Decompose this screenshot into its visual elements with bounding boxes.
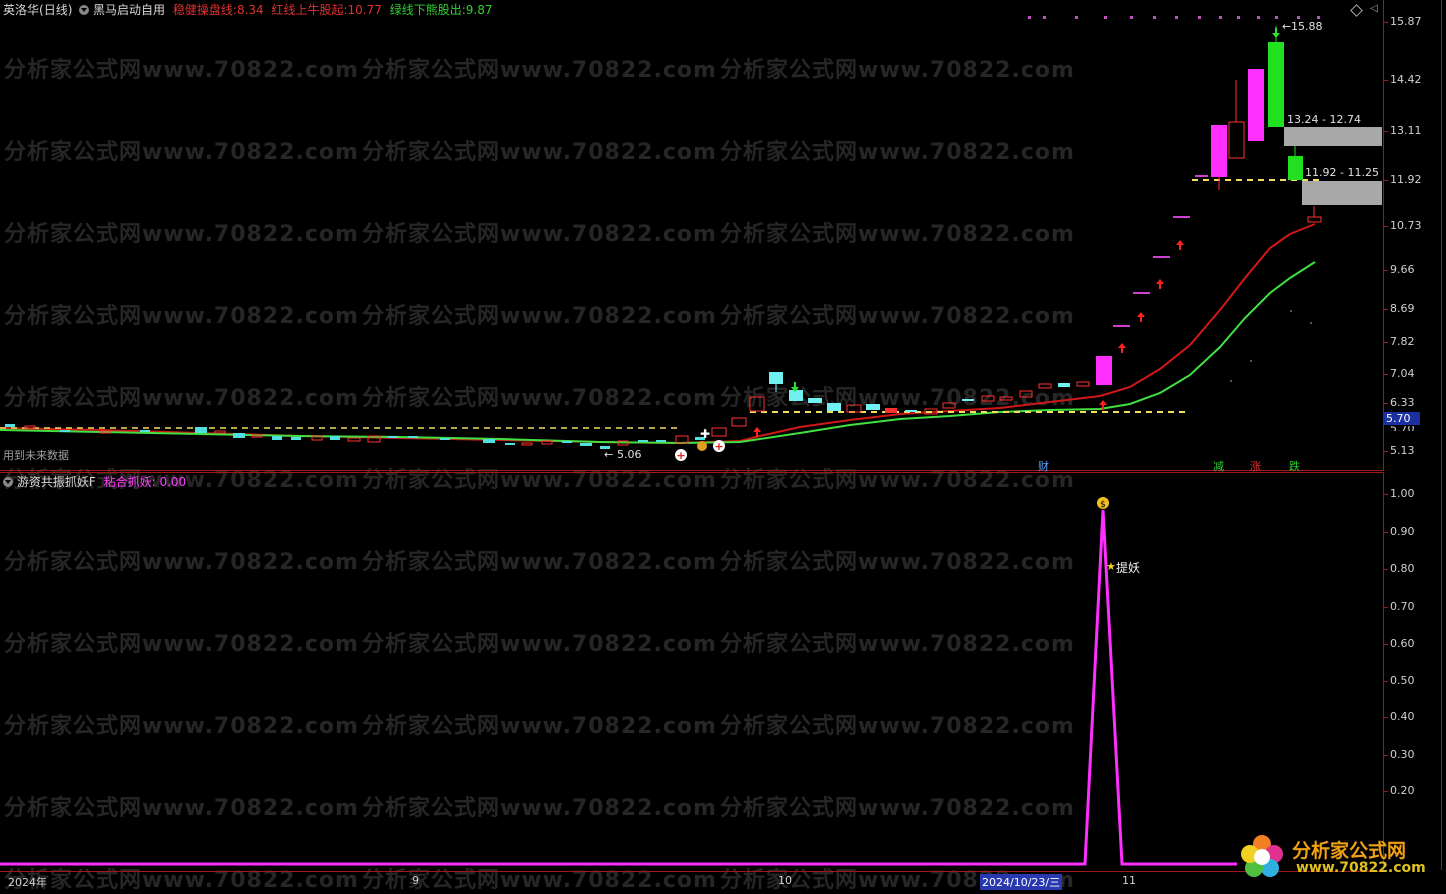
indicator-line: [0, 509, 1237, 866]
price-tick: 11.92: [1390, 173, 1422, 186]
red-ma-line: [0, 223, 1316, 445]
price-tick: 6.33: [1390, 396, 1415, 409]
lower-tick: 0.80: [1390, 562, 1415, 575]
signal-circles: + + ✚: [675, 427, 725, 462]
x-label-date[interactable]: 2024/10/23/三: [980, 874, 1063, 890]
lower-tick: 0.40: [1390, 710, 1415, 723]
price-tick: 7.04: [1390, 367, 1415, 380]
x-label-year: 2024年: [8, 876, 47, 889]
price-tick: 8.69: [1390, 302, 1415, 315]
high-price-value: 15.88: [1291, 20, 1323, 33]
indicator-chart: $: [0, 497, 1237, 866]
logo-text: 分析家公式网: [1292, 840, 1407, 862]
sell-arrows: [791, 28, 1280, 392]
lower-tick: 0.50: [1390, 674, 1415, 687]
price-tick: 14.42: [1390, 73, 1422, 86]
gap-zone-1-label: 13.24 - 12.74: [1287, 113, 1361, 126]
signal-star-icon: ★: [1106, 560, 1116, 573]
candlestick-chart: + + ✚ ← ←: [0, 20, 1382, 462]
gap-zone-2: [1302, 181, 1382, 205]
x-label-9: 9: [412, 874, 419, 887]
svg-text:$: $: [1100, 500, 1106, 510]
price-tick: 10.73: [1390, 219, 1422, 232]
lower-tick: 0.70: [1390, 600, 1415, 613]
site-logo: 分析家公式网 www.70822.com: [1236, 832, 1441, 882]
green-ma-line: [0, 261, 1316, 445]
high-price-label: ←: [1282, 20, 1291, 33]
price-tick: 15.87: [1390, 15, 1422, 28]
gap-zone-1: [1284, 127, 1382, 146]
future-data-note: 用到未来数据: [3, 449, 69, 462]
x-label-11: 11: [1122, 874, 1136, 887]
svg-text:✚: ✚: [700, 427, 710, 441]
flower-logo-icon: [1241, 835, 1283, 877]
logo-url: www.70822.com: [1296, 860, 1426, 876]
low-price-label: ←: [604, 448, 613, 461]
svg-text:+: +: [676, 449, 685, 462]
low-price-value: 5.06: [617, 448, 642, 461]
lower-tick: 0.20: [1390, 784, 1415, 797]
early-candles: [5, 26, 1322, 449]
lower-tick: 0.30: [1390, 748, 1415, 761]
buy-arrows: [753, 240, 1184, 437]
svg-text:+: +: [714, 440, 723, 453]
lower-tick: 1.00: [1390, 487, 1415, 500]
x-label-10: 10: [778, 874, 792, 887]
lower-tick: 0.60: [1390, 637, 1415, 650]
gap-zone-2-label: 11.92 - 11.25: [1305, 166, 1379, 179]
signal-label: 提妖: [1116, 561, 1141, 575]
price-tick: 5.13: [1390, 444, 1415, 457]
partial-price-tick: 5.70: [1390, 426, 1424, 431]
step-markers: [1113, 175, 1208, 327]
price-tick: 7.82: [1390, 335, 1415, 348]
current-price-badge: 5.70: [1383, 412, 1420, 425]
price-tick: 9.66: [1390, 263, 1415, 276]
lower-tick: 0.90: [1390, 525, 1415, 538]
price-tick: 13.11: [1390, 124, 1422, 137]
